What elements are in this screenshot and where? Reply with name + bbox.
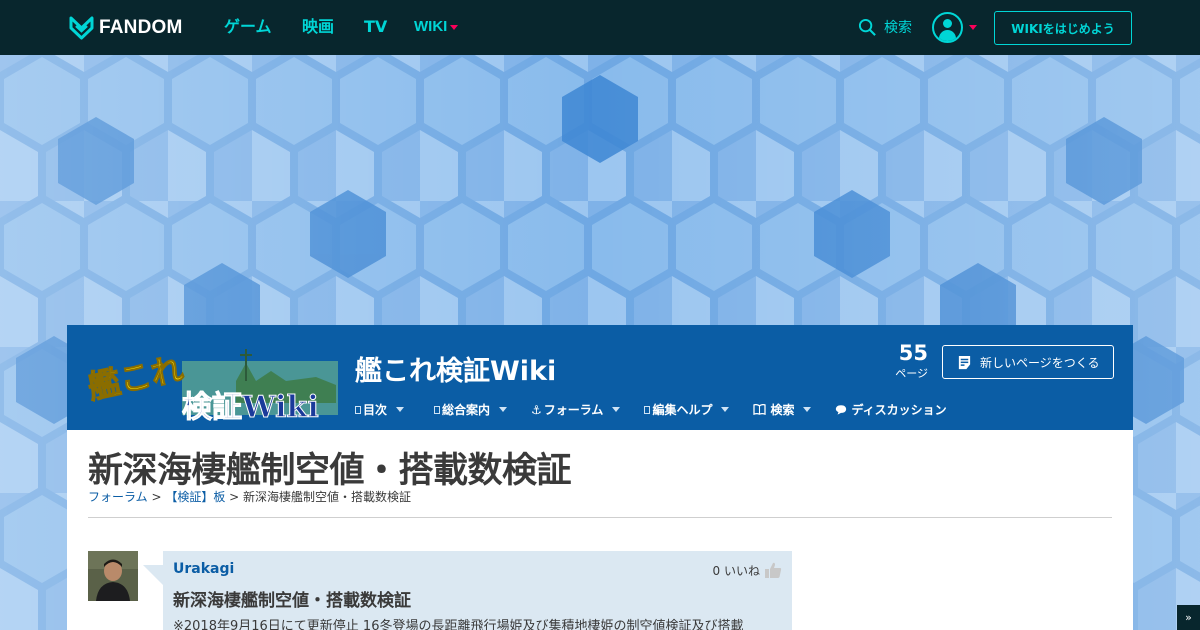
breadcrumb-separator: >	[225, 490, 244, 504]
local-nav-label: 目次	[363, 403, 388, 417]
local-nav-discussions[interactable]: ディスカッション	[835, 401, 947, 418]
local-nav-contents[interactable]: 目次	[355, 401, 405, 418]
local-nav-label: ディスカッション	[851, 403, 947, 417]
user-menu[interactable]	[932, 12, 977, 43]
post-title[interactable]: 新深海棲艦制空値・搭載数検証	[173, 586, 411, 611]
new-page-button[interactable]: 新しいページをつくる	[942, 345, 1114, 379]
article-content: 新深海棲艦制空値・搭載数検証 フォーラム > 【検証】板 > 新深海棲艦制空値・…	[67, 430, 1133, 630]
fandom-wordmark: FANDOM	[99, 16, 183, 38]
breadcrumb-forum-link[interactable]: フォーラム	[88, 490, 148, 504]
local-nav-label: 検索	[770, 403, 795, 417]
avatar-photo	[88, 551, 138, 601]
divider	[88, 517, 1112, 518]
square-icon	[355, 405, 361, 414]
nav-link-games[interactable]: ゲーム	[224, 16, 272, 38]
page-counter: 55 ページ	[895, 341, 928, 381]
forum-post: Urakagi 0 いいね 新深海棲艦制空値・搭載数検証 ※2018年9月16日…	[163, 551, 792, 630]
fandom-logo[interactable]: FANDOM	[68, 14, 183, 41]
new-page-label: 新しいページをつくる	[980, 355, 1100, 370]
chevron-down-icon	[803, 407, 812, 412]
speech-bubble-icon	[836, 405, 847, 415]
local-nav-forum[interactable]: ⚓ フォーラム	[531, 401, 621, 418]
chevron-down-icon	[499, 407, 508, 412]
breadcrumb: フォーラム > 【検証】板 > 新深海棲艦制空値・搭載数検証	[88, 488, 411, 505]
square-icon	[644, 405, 651, 414]
page-count-label: ページ	[895, 367, 928, 380]
local-nav-search[interactable]: 検索	[753, 401, 812, 418]
nav-link-movies[interactable]: 映画	[302, 16, 334, 38]
back-to-top-button[interactable]: »	[1177, 605, 1200, 630]
book-icon	[753, 404, 767, 415]
local-nav-edit-help[interactable]: 編集ヘルプ	[644, 401, 730, 418]
add-page-icon	[958, 355, 971, 369]
poster-avatar[interactable]	[88, 551, 138, 601]
post-likes[interactable]: 0 いいね	[713, 561, 782, 579]
nav-link-wiki[interactable]: WIKI	[414, 16, 459, 38]
breadcrumb-current: 新深海棲艦制空値・搭載数検証	[243, 490, 412, 504]
breadcrumb-board-link[interactable]: 【検証】板	[165, 490, 225, 504]
user-avatar-icon	[932, 12, 963, 43]
nav-link-tv[interactable]: TV	[364, 16, 387, 38]
post-excerpt: ※2018年9月16日にて更新停止 16冬登場の長距離飛行場姫及び集積地棲姫の制…	[173, 619, 744, 630]
fandom-heart-icon	[69, 16, 94, 40]
local-nav-guide[interactable]: 総合案内	[434, 401, 508, 418]
search-icon	[858, 18, 876, 36]
global-search[interactable]: 検索	[858, 17, 912, 37]
search-label: 検索	[884, 20, 912, 36]
thumbs-up-icon	[765, 562, 782, 578]
chevron-down-icon	[450, 24, 459, 30]
local-navigation: 目次 総合案内 ⚓ フォーラム 編集ヘルプ 検索 ディスカッション	[355, 401, 971, 418]
global-navigation: FANDOM ゲーム 映画 TV WIKI 検索 WIKIをはじめよう	[0, 0, 1200, 55]
wordmark-text-bottom: 検証Wiki	[182, 390, 319, 421]
nav-link-wiki-label: WIKI	[414, 18, 448, 35]
local-nav-label: フォーラム	[543, 403, 604, 417]
wiki-wordmark-logo[interactable]: 艦これ 検証Wiki	[86, 341, 338, 421]
chevron-down-icon	[396, 407, 405, 412]
chevron-down-icon	[969, 25, 977, 30]
community-name[interactable]: 艦これ検証Wiki	[355, 349, 556, 388]
community-header: 艦これ 検証Wiki 艦これ検証Wiki 55 ページ 新しいページをつくる 目…	[67, 325, 1133, 430]
page-title: 新深海棲艦制空値・搭載数検証	[88, 451, 572, 491]
anchor-icon: ⚓	[531, 402, 542, 417]
chevron-down-icon	[721, 407, 730, 412]
square-icon	[434, 405, 441, 414]
local-nav-label: 編集ヘルプ	[652, 403, 713, 417]
likes-count: 0 いいね	[712, 563, 760, 578]
wordmark-text-top: 艦これ	[86, 349, 186, 406]
post-pointer	[143, 565, 163, 585]
page-count-number: 55	[898, 341, 928, 365]
post-author-link[interactable]: Urakagi	[173, 561, 234, 577]
local-nav-label: 総合案内	[442, 403, 491, 417]
chevron-down-icon	[612, 407, 621, 412]
breadcrumb-separator: >	[147, 490, 166, 504]
start-wiki-button[interactable]: WIKIをはじめよう	[994, 11, 1132, 45]
